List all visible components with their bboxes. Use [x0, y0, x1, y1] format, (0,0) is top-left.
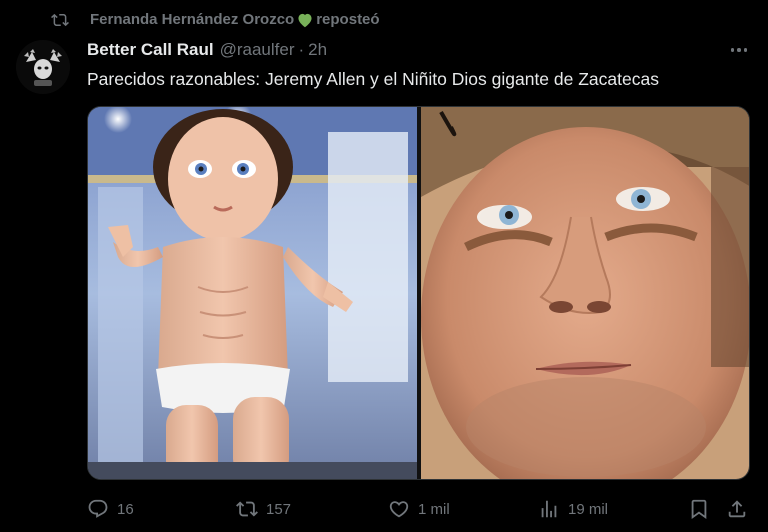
share-button[interactable]	[726, 494, 748, 524]
more-options-icon[interactable]	[726, 40, 752, 60]
views-count: 19 mil	[568, 500, 609, 518]
giant-baby-jesus-statue-photo[interactable]	[88, 107, 417, 480]
separator-dot: ·	[298, 40, 305, 59]
repost-label: reposteó	[316, 11, 380, 28]
user-handle[interactable]: @raaulfer	[220, 40, 295, 60]
reply-count: 16	[117, 500, 134, 518]
repost-icon	[51, 13, 69, 27]
reply-icon	[88, 499, 108, 518]
views-chart-icon	[541, 500, 557, 518]
man-face-closeup-photo[interactable]	[421, 107, 750, 480]
heart-icon	[389, 501, 409, 518]
repost-user-name[interactable]: Fernanda Hernández Orozco	[90, 11, 294, 28]
reply-button[interactable]: 16	[87, 494, 134, 524]
green-heart-icon	[298, 13, 312, 27]
views-button[interactable]: 19 mil	[538, 494, 608, 524]
avatar[interactable]	[16, 40, 70, 94]
like-button[interactable]: 1 mil	[388, 494, 450, 524]
timestamp[interactable]: 2h	[308, 40, 327, 60]
repost-button[interactable]: 157	[236, 494, 291, 524]
avatar-image	[16, 40, 70, 94]
like-count: 1 mil	[418, 500, 450, 518]
display-name[interactable]: Better Call Raul	[87, 40, 214, 60]
tweet-actions: 16 157 1 mil 19 mil	[0, 494, 768, 524]
repost-count: 157	[266, 500, 292, 518]
share-icon	[728, 500, 746, 518]
tweet-text: Parecidos razonables: Jeremy Allen y el …	[87, 69, 659, 89]
tweet-header: Better Call Raul @raaulfer · 2h	[87, 38, 327, 62]
repost-icon	[236, 501, 258, 517]
bookmark-icon	[691, 499, 707, 520]
bookmark-button[interactable]	[688, 494, 710, 524]
tweet-media[interactable]	[87, 106, 750, 480]
